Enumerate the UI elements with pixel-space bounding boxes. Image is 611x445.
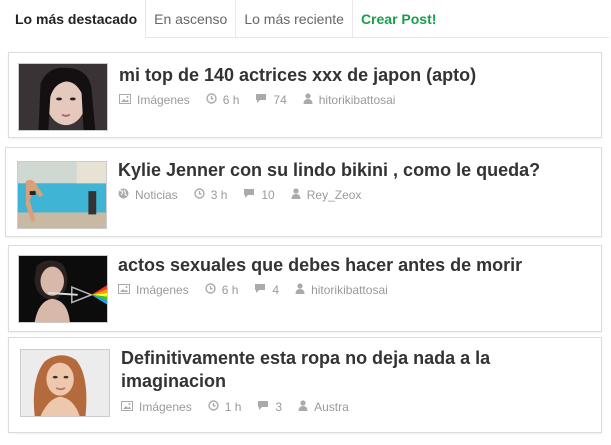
tab-en-ascenso[interactable]: En ascenso <box>146 0 237 38</box>
author-link[interactable]: Austra <box>314 400 349 414</box>
post-card: actos sexuales que debes hacer antes de … <box>8 245 602 332</box>
author: Austra <box>298 400 349 414</box>
post-title[interactable]: Kylie Jenner con su lindo bikini , como … <box>118 159 598 182</box>
category: Noticias <box>118 188 178 202</box>
comment-count: 74 <box>273 93 287 107</box>
post-thumbnail[interactable] <box>20 349 110 417</box>
post-thumbnail[interactable] <box>18 63 108 131</box>
time-value: 6 h <box>222 93 240 107</box>
tab-lo-mas-destacado[interactable]: Lo más destacado <box>4 0 147 38</box>
time: 6 h <box>205 283 239 297</box>
comment-count: 3 <box>275 400 283 414</box>
comments: 74 <box>255 93 287 107</box>
comments: 4 <box>254 283 279 297</box>
post-card: Definitivamente esta ropa no deja nada a… <box>8 337 602 433</box>
user-icon <box>295 283 305 297</box>
comments: 10 <box>243 188 275 202</box>
post-meta: Imágenes 6 h 74 hitorikibattosai <box>119 93 411 107</box>
author-link[interactable]: hitorikibattosai <box>319 93 396 107</box>
author-link[interactable]: hitorikibattosai <box>311 283 388 297</box>
time: 3 h <box>193 188 228 202</box>
comment-count: 4 <box>272 283 280 297</box>
user-icon <box>303 93 313 107</box>
category: Imágenes <box>121 400 192 414</box>
post-title[interactable]: mi top de 140 actrices xxx de japon (apt… <box>119 64 589 87</box>
author: hitorikibattosai <box>303 93 396 107</box>
tab-crear-post[interactable]: Crear Post! <box>353 0 444 38</box>
user-icon <box>291 188 301 202</box>
post-meta: Imágenes 6 h 4 hitorikibattosai <box>118 283 404 297</box>
post-title[interactable]: Definitivamente esta ropa no deja nada a… <box>121 347 561 393</box>
post-meta: Imágenes 1 h 3 Austra <box>121 400 365 414</box>
clock-icon <box>206 93 217 107</box>
clock-icon <box>208 400 219 414</box>
comment-icon <box>255 93 267 107</box>
post-thumbnail[interactable] <box>17 161 107 229</box>
author: Rey_Zeox <box>291 188 362 202</box>
category-link[interactable]: Imágenes <box>136 283 189 297</box>
user-icon <box>298 400 308 414</box>
image-icon <box>118 283 130 297</box>
tab-lo-mas-reciente[interactable]: Lo más reciente <box>236 0 353 38</box>
category-link[interactable]: Imágenes <box>137 93 190 107</box>
time-value: 1 h <box>224 400 242 414</box>
comment-count: 10 <box>261 188 275 202</box>
clock-icon <box>193 188 205 202</box>
author: hitorikibattosai <box>295 283 388 297</box>
tab-bar: Lo más destacado En ascenso Lo más recie… <box>4 0 609 38</box>
post-card: mi top de 140 actrices xxx de japon (apt… <box>8 52 602 138</box>
clock-icon <box>205 283 216 297</box>
category-link[interactable]: Noticias <box>135 188 178 202</box>
comment-icon <box>243 188 255 202</box>
category: Imágenes <box>118 283 189 297</box>
time-value: 3 h <box>210 188 228 202</box>
category-link[interactable]: Imágenes <box>139 400 192 414</box>
time: 6 h <box>206 93 240 107</box>
comment-icon <box>257 400 269 414</box>
globe-icon <box>118 188 129 202</box>
time-value: 6 h <box>221 283 239 297</box>
time: 1 h <box>208 400 242 414</box>
image-icon <box>119 93 131 107</box>
image-icon <box>121 400 133 414</box>
post-card: Kylie Jenner con su lindo bikini , como … <box>5 147 602 237</box>
post-meta: Noticias 3 h 10 Rey_Zeox <box>118 188 377 202</box>
author-link[interactable]: Rey_Zeox <box>307 188 362 202</box>
post-title[interactable]: actos sexuales que debes hacer antes de … <box>118 254 593 277</box>
comment-icon <box>254 283 266 297</box>
post-thumbnail[interactable] <box>18 255 108 323</box>
comments: 3 <box>257 400 282 414</box>
category: Imágenes <box>119 93 190 107</box>
